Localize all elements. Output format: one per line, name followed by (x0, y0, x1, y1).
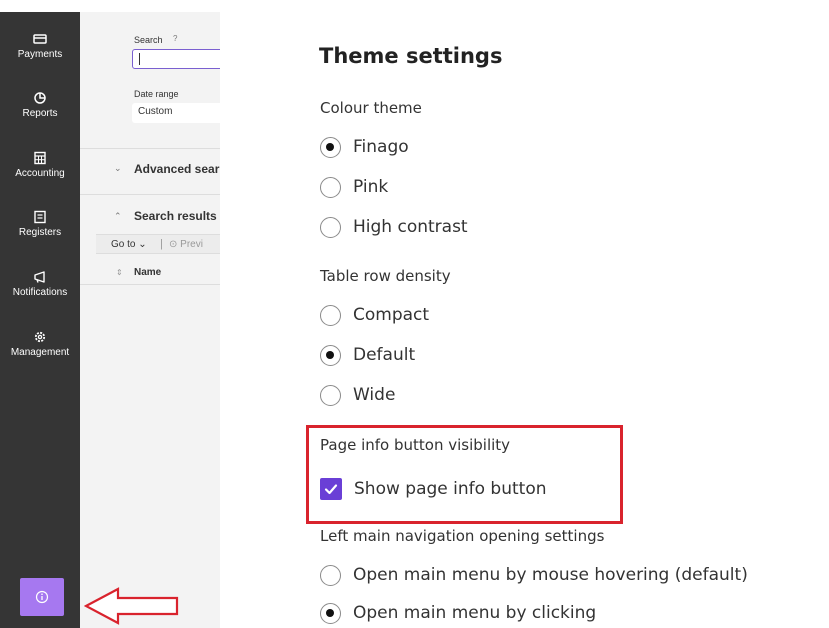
density-label: Table row density (320, 267, 451, 285)
option-label: Show page info button (354, 479, 547, 499)
page-info-button[interactable] (20, 578, 64, 616)
radio-nav-hover[interactable]: Open main menu by mouse hovering (defaul… (320, 563, 748, 587)
nav-item-notifications[interactable]: Notifications (0, 270, 80, 298)
radio-button[interactable] (320, 602, 341, 624)
nav-item-label: Management (10, 347, 70, 358)
date-range-label: Date range (134, 89, 179, 99)
divider (80, 194, 220, 195)
search-results-header[interactable]: Search results (134, 209, 217, 223)
option-label: Finago (353, 137, 409, 157)
radio-density-wide[interactable]: Wide (320, 383, 395, 407)
option-label: Pink (353, 177, 389, 197)
radio-button[interactable] (320, 304, 341, 326)
megaphone-icon (34, 271, 45, 283)
advanced-search-header[interactable]: Advanced sear (134, 162, 219, 176)
radio-nav-click[interactable]: Open main menu by clicking (320, 601, 596, 625)
radio-button[interactable] (320, 384, 341, 406)
nav-item-label: Reports (22, 108, 58, 119)
goto-button[interactable]: Go to ⌄ (111, 239, 147, 250)
show-page-info-checkbox-row[interactable]: Show page info button (320, 476, 547, 502)
radio-button[interactable] (320, 344, 341, 366)
search-input[interactable] (132, 49, 220, 69)
text-cursor (139, 53, 140, 65)
date-range-select[interactable]: Custom (132, 103, 220, 123)
radio-button[interactable] (320, 216, 341, 238)
nav-item-label: Registers (18, 227, 62, 238)
column-header-name[interactable]: Name (134, 267, 161, 278)
chevron-up-icon[interactable]: ⌃ (114, 212, 122, 222)
option-label: Default (353, 345, 416, 365)
nav-item-reports[interactable]: Reports (0, 91, 80, 119)
radio-button[interactable] (320, 176, 341, 198)
nav-item-label: Notifications (12, 287, 68, 298)
radio-density-default[interactable]: Default (320, 343, 415, 367)
preview-button[interactable]: ⊙ Previ (169, 239, 203, 250)
option-label: High contrast (353, 217, 468, 237)
radio-colour-high-contrast[interactable]: High contrast (320, 215, 468, 239)
help-icon[interactable]: ? (173, 34, 177, 43)
radio-density-compact[interactable]: Compact (320, 303, 429, 327)
page-info-label: Page info button visibility (320, 436, 511, 454)
divider-bar: | (160, 238, 163, 250)
sort-icon[interactable]: ⇕ (116, 268, 123, 277)
option-label: Wide (353, 385, 396, 405)
radio-button[interactable] (320, 564, 341, 586)
checkmark-icon (324, 484, 338, 495)
nav-item-registers[interactable]: Registers (0, 210, 80, 238)
option-label: Open main menu by clicking (353, 603, 597, 623)
radio-button[interactable] (320, 136, 341, 158)
radio-colour-finago[interactable]: Finago (320, 135, 409, 159)
annotation-arrow-icon (84, 587, 179, 625)
left-nav-label: Left main navigation opening settings (320, 527, 605, 545)
divider (80, 284, 220, 285)
nav-item-accounting[interactable]: Accounting (0, 151, 80, 179)
card-icon (33, 34, 47, 44)
nav-item-payments[interactable]: Payments (0, 32, 80, 60)
option-label: Open main menu by mouse hovering (defaul… (353, 565, 748, 585)
info-icon (35, 590, 49, 604)
pie-chart-icon (34, 92, 46, 104)
divider (80, 148, 220, 149)
chevron-down-icon[interactable]: ⌄ (114, 164, 122, 174)
nav-item-label: Accounting (15, 168, 65, 179)
option-label: Compact (353, 305, 430, 325)
gear-icon (34, 331, 46, 343)
register-book-icon (34, 210, 46, 224)
nav-item-management[interactable]: Management (0, 330, 80, 358)
main-navigation: Payments Reports Accounting Registers No… (0, 12, 80, 628)
theme-settings-panel: Theme settings Colour theme Finago Pink … (220, 0, 829, 628)
search-label: Search (134, 35, 163, 45)
radio-colour-pink[interactable]: Pink (320, 175, 388, 199)
search-page: Search ? Date range Custom ⌄ Advanced se… (80, 12, 220, 628)
colour-theme-label: Colour theme (320, 99, 422, 117)
panel-title: Theme settings (319, 44, 503, 68)
calculator-icon (34, 151, 46, 165)
nav-item-label: Payments (17, 49, 63, 60)
show-page-info-checkbox[interactable] (320, 478, 342, 500)
